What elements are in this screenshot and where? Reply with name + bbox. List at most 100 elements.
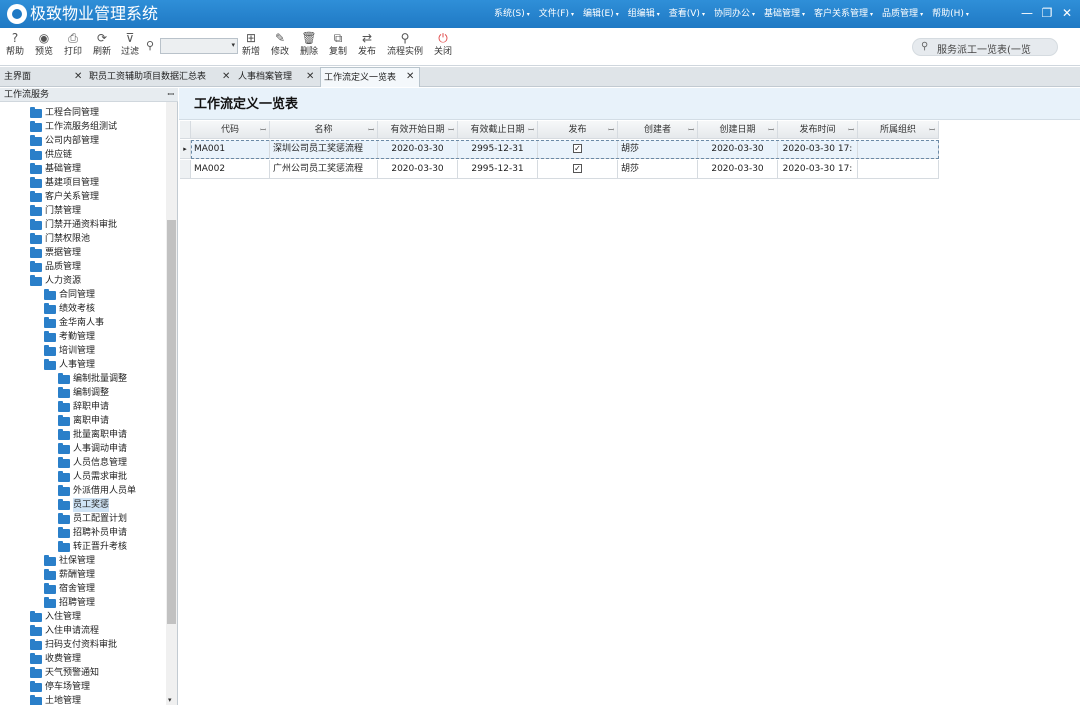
tree-node[interactable]: 供应链 [30,148,72,162]
menu-file[interactable]: 文件(F) ▾ [539,8,574,20]
tree-node[interactable]: 票据管理 [30,246,81,260]
tree-node[interactable]: 编制批量调整 [58,372,127,386]
tree-node[interactable]: 工作流服务组测试 [30,120,117,134]
tree-node[interactable]: 天气预警通知 [30,666,99,680]
minimize-icon[interactable]: — [1020,5,1034,21]
menu-help[interactable]: 帮助(H) ▾ [932,8,969,20]
scroll-down-icon[interactable]: ▾ [168,696,172,704]
cell-end-date[interactable]: 2995-12-31 [458,140,538,159]
column-pin-icon[interactable]: ꟷ [368,121,374,138]
tree-node[interactable]: 编制调整 [58,386,109,400]
menu-group-edit[interactable]: 组编辑 ▾ [628,8,660,20]
column-header-publish-time[interactable]: 发布时间 ꟷ [778,121,858,139]
publish-button[interactable]: ⇄ 发布 [356,31,378,63]
menu-basic[interactable]: 基础管理 ▾ [764,8,805,20]
tree-node[interactable]: 金华南人事 [44,316,104,330]
tree-node[interactable]: 考勤管理 [44,330,95,344]
tree-node[interactable]: 薪酬管理 [44,568,95,582]
cell-code[interactable]: MA001 [191,140,270,159]
column-pin-icon[interactable]: ꟷ [929,121,935,138]
tree-node[interactable]: 工程合同管理 [30,106,99,120]
tree-node[interactable]: 辞职申请 [58,400,109,414]
cell-org[interactable] [858,160,939,179]
tree-node[interactable]: 离职申请 [58,414,109,428]
cell-start-date[interactable]: 2020-03-30 [378,140,458,159]
cell-publish-time[interactable]: 2020-03-30 17: [778,160,858,179]
cell-name[interactable]: 广州公司员工奖惩流程 [270,160,378,179]
global-search-input[interactable]: ⚲ 服务派工一览表(一览 [912,38,1058,56]
cell-creator[interactable]: 胡莎 [618,160,698,179]
tree-node[interactable]: 门禁开通资料审批 [30,218,117,232]
tree-node[interactable]: 绩效考核 [44,302,95,316]
filter-button[interactable]: ⊽ 过滤 [119,31,141,63]
cell-published[interactable]: ✓ [538,140,618,159]
tree-node[interactable]: 扫码支付资料审批 [30,638,117,652]
tree-node[interactable]: 培训管理 [44,344,95,358]
column-header-creator[interactable]: 创建者 ꟷ [618,121,698,139]
column-pin-icon[interactable]: ꟷ [608,121,614,138]
menu-system[interactable]: 系统(S) ▾ [494,8,530,20]
tree-node[interactable]: 门禁权限池 [30,232,90,246]
column-pin-icon[interactable]: ꟷ [448,121,454,138]
row-indicator[interactable] [180,160,191,179]
tree-node[interactable]: 公司内部管理 [30,134,99,148]
tree-node[interactable]: 外派借用人员单 [58,484,136,498]
menu-crm[interactable]: 客户关系管理 ▾ [814,8,873,20]
tree-node[interactable]: 合同管理 [44,288,95,302]
chevron-down-icon[interactable]: ▾ [231,41,235,49]
tab-close-icon[interactable]: ✕ [74,67,82,87]
pin-icon[interactable]: ꟷ [167,89,174,100]
close-icon[interactable]: ✕ [1060,5,1074,21]
cell-published[interactable]: ✓ [538,160,618,179]
menu-view[interactable]: 查看(V) ▾ [669,8,705,20]
column-pin-icon[interactable]: ꟷ [528,121,534,138]
sidebar-scrollbar[interactable]: ▾ [166,102,177,705]
tree-node[interactable]: 批量离职申请 [58,428,127,442]
edit-button[interactable]: ✎ 修改 [269,31,291,63]
menu-collab[interactable]: 协同办公 ▾ [714,8,755,20]
tree-node[interactable]: 招聘补员申请 [58,526,127,540]
column-pin-icon[interactable]: ꟷ [260,121,266,138]
tree-node[interactable]: 社保管理 [44,554,95,568]
published-checkbox[interactable]: ✓ [573,144,582,153]
column-header-code[interactable]: 代码 ꟷ [191,121,270,139]
cell-publish-time[interactable]: 2020-03-30 17: [778,140,858,159]
tree-node[interactable]: 转正晋升考核 [58,540,127,554]
tree-node[interactable]: 门禁管理 [30,204,81,218]
cell-code[interactable]: MA002 [191,160,270,179]
menu-quality[interactable]: 品质管理 ▾ [882,8,923,20]
copy-button[interactable]: ⧉ 复制 [327,31,349,63]
tab-hr-records[interactable]: 人事档案管理 [238,67,292,87]
tab-close-icon[interactable]: ✕ [306,67,314,87]
close-button[interactable]: ⏻ 关闭 [432,31,454,63]
tree-node[interactable]: 员工奖惩 [58,498,110,512]
cell-end-date[interactable]: 2995-12-31 [458,160,538,179]
workflow-instance-button[interactable]: ⚲ 流程实例 [384,31,426,63]
tree-node[interactable]: 停车场管理 [30,680,90,694]
tree-node[interactable]: 人事管理 [44,358,95,372]
add-button[interactable]: ⊞ 新增 [240,31,262,63]
column-pin-icon[interactable]: ꟷ [768,121,774,138]
tab-workflow-list[interactable]: 工作流定义一览表 [320,67,420,87]
tab-salary-summary[interactable]: 职员工资辅助项目数据汇总表 [89,67,206,87]
tree-node[interactable]: 人员需求审批 [58,470,127,484]
refresh-button[interactable]: ⟳ 刷新 [91,31,113,63]
cell-org[interactable] [858,140,939,159]
tree-node[interactable]: 员工配置计划 [58,512,127,526]
published-checkbox[interactable]: ✓ [573,164,582,173]
menu-edit[interactable]: 编辑(E) ▾ [583,8,619,20]
tree-node[interactable]: 品质管理 [30,260,81,274]
print-button[interactable]: ⎙ 打印 [62,31,84,63]
tree-node[interactable]: 宿舍管理 [44,582,95,596]
preview-button[interactable]: ◉ 预览 [33,31,55,63]
column-header-start-date[interactable]: 有效开始日期 ꟷ [378,121,458,139]
cell-created-date[interactable]: 2020-03-30 [698,160,778,179]
tree-node[interactable]: 客户关系管理 [30,190,99,204]
column-pin-icon[interactable]: ꟷ [848,121,854,138]
row-indicator[interactable]: ▸ [180,140,191,159]
tree-node[interactable]: 基础管理 [30,162,81,176]
column-header-name[interactable]: 名称 ꟷ [270,121,378,139]
column-header-org[interactable]: 所属组织 ꟷ [858,121,939,139]
tree-node[interactable]: 土地管理 [30,694,81,705]
tree-node[interactable]: 人员信息管理 [58,456,127,470]
